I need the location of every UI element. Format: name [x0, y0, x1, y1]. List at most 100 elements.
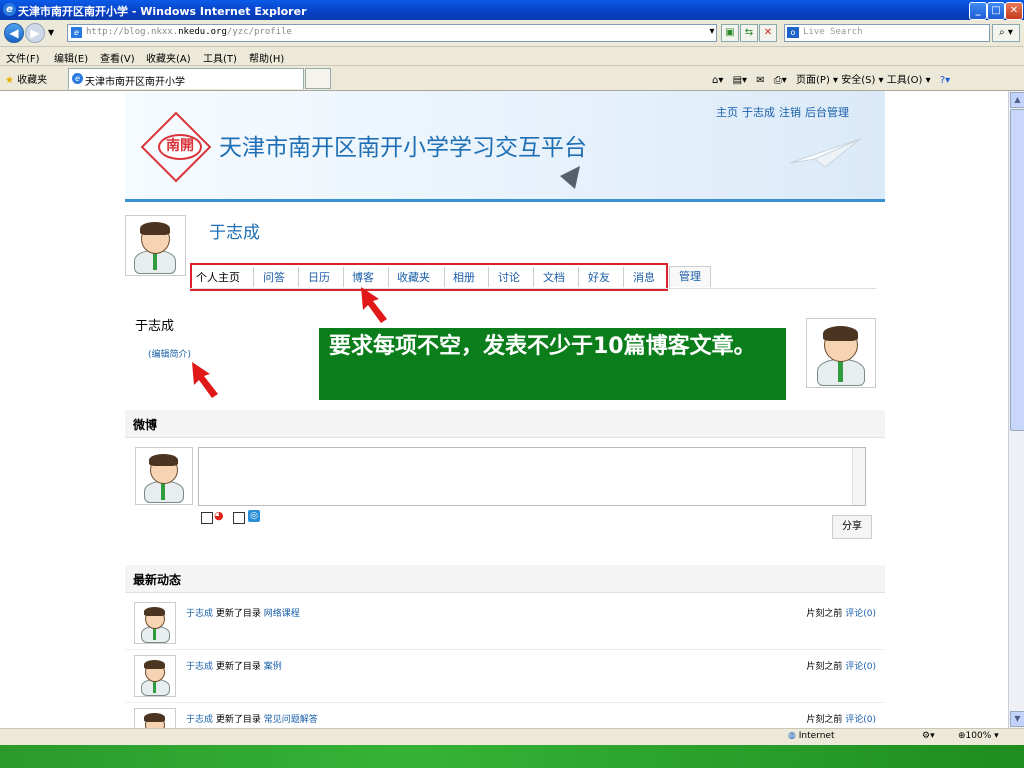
sync-checkbox-2[interactable] — [233, 512, 245, 524]
user-link[interactable]: 于志成 — [742, 106, 775, 119]
zoom-level[interactable]: ⊕100% ▾ — [958, 731, 999, 741]
tab-divider — [444, 267, 445, 287]
menu-edit[interactable]: 编辑(E) — [54, 50, 88, 65]
minimize-button[interactable]: _ — [969, 2, 987, 20]
favorites-label: 收藏夹 — [17, 75, 48, 86]
profile-user-name[interactable]: 于志成 — [209, 218, 260, 243]
page-icon: e — [71, 27, 82, 38]
tab-home[interactable]: 个人主页 — [196, 269, 240, 285]
tab-divider — [388, 267, 389, 287]
address-input[interactable]: e http://blog.nkxx.nkedu.org/yzc/profile — [67, 24, 717, 42]
annotation-arrow-icon — [361, 287, 387, 323]
feed-user-link[interactable]: 于志成 — [186, 609, 213, 619]
stop-icon[interactable]: ✕ — [759, 24, 777, 42]
scroll-up-icon[interactable]: ▲ — [1010, 92, 1024, 108]
help-icon[interactable]: ?▾ — [940, 75, 950, 86]
page-tools-menus[interactable]: 页面(P) ▾ 安全(S) ▾ 工具(O) ▾ — [796, 75, 931, 86]
address-toolbar: ◀ ▶ ▼ e http://blog.nkxx.nkedu.org/yzc/p… — [0, 20, 1024, 47]
feed-user-link[interactable]: 于志成 — [186, 662, 213, 672]
tab-messages[interactable]: 消息 — [633, 269, 655, 285]
search-input[interactable]: o Live Search — [784, 24, 990, 42]
url-prefix: http://blog.nkxx. — [86, 27, 179, 37]
print-icon[interactable]: ⎙▾ — [774, 75, 787, 86]
profile-display-name: 于志成 — [135, 319, 175, 334]
menu-file[interactable]: 文件(F) — [6, 50, 40, 65]
browser-tab[interactable]: e 天津市南开区南开小学 — [68, 68, 304, 89]
paper-fold-icon — [560, 166, 580, 189]
feed-time: 片刻之前 — [806, 609, 843, 619]
feed-comment-link[interactable]: 评论(0) — [845, 662, 876, 672]
scroll-thumb[interactable] — [1010, 109, 1024, 431]
site-title: 天津市南开区南开小学学习交互平台 — [219, 135, 587, 161]
admin-link[interactable]: 后台管理 — [805, 106, 849, 119]
annotation-callout: 要求每项不空，发表不少于10篇博客文章。 — [319, 328, 786, 400]
weibo-textarea[interactable] — [198, 447, 866, 506]
tab-album[interactable]: 相册 — [453, 269, 475, 285]
back-arrow-icon[interactable]: ◀ — [4, 23, 24, 43]
profile-photo — [806, 318, 876, 388]
tab-divider — [253, 267, 254, 287]
textarea-scrollbar[interactable] — [852, 448, 865, 505]
tab-divider — [298, 267, 299, 287]
logout-link[interactable]: 注销 — [779, 106, 801, 119]
school-logo: 南開 — [158, 134, 202, 160]
menu-favorites[interactable]: 收藏夹(A) — [146, 50, 191, 65]
feed-time: 片刻之前 — [806, 715, 843, 725]
tab-ie-icon: e — [72, 73, 83, 84]
history-dropdown-icon[interactable]: ▼ — [48, 28, 54, 37]
feed-action: 更新了目录 — [215, 609, 261, 619]
protected-mode-icon[interactable]: ⚙▾ — [922, 731, 935, 741]
list-item: 于志成 更新了目录 常见问题解答 片刻之前 评论(0) — [125, 702, 885, 728]
feed-comment-link[interactable]: 评论(0) — [845, 609, 876, 619]
feed-action: 更新了目录 — [215, 715, 261, 725]
tab-divider — [533, 267, 534, 287]
url-path: /yzc/profile — [226, 27, 292, 37]
feed-target-link[interactable]: 常见问题解答 — [264, 715, 318, 725]
menu-tools[interactable]: 工具(T) — [203, 50, 237, 65]
forward-arrow-icon[interactable]: ▶ — [25, 23, 45, 43]
search-go-icon[interactable]: ⌕ ▾ — [992, 24, 1020, 42]
vertical-scrollbar[interactable]: ▲ ▼ — [1008, 91, 1024, 728]
tab-calendar[interactable]: 日历 — [308, 269, 330, 285]
tab-friends[interactable]: 好友 — [588, 269, 610, 285]
zoom-label: 100% — [965, 731, 992, 741]
home-link[interactable]: 主页 — [716, 106, 738, 119]
share-button[interactable]: 分享 — [832, 515, 872, 539]
tab-documents[interactable]: 文档 — [543, 269, 565, 285]
menu-view[interactable]: 查看(V) — [100, 50, 135, 65]
scroll-down-icon[interactable]: ▼ — [1010, 711, 1024, 727]
menu-help[interactable]: 帮助(H) — [249, 50, 284, 65]
tab-qa[interactable]: 问答 — [263, 269, 285, 285]
qq-weibo-icon: ◎ — [248, 510, 260, 522]
home-icon[interactable]: ⌂▾ — [712, 75, 723, 86]
compat-view-icon[interactable]: ▣ — [721, 24, 739, 42]
feed-user-link[interactable]: 于志成 — [186, 715, 213, 725]
feed-target-link[interactable]: 案例 — [264, 662, 282, 672]
new-tab-button[interactable] — [305, 68, 331, 89]
security-zone[interactable]: ◍ Internet — [788, 731, 834, 741]
maximize-button[interactable]: □ — [987, 2, 1005, 20]
feed-avatar[interactable] — [134, 655, 176, 697]
feed-target-link[interactable]: 网络课程 — [264, 609, 300, 619]
tab-favorites[interactable]: 收藏夹 — [397, 269, 430, 285]
feed-time: 片刻之前 — [806, 662, 843, 672]
weibo-heading: 微博 — [133, 418, 158, 432]
address-dropdown-icon[interactable]: ▾ — [704, 24, 720, 40]
close-button[interactable]: ✕ — [1005, 2, 1023, 20]
feed-avatar[interactable] — [134, 708, 176, 728]
annotation-arrow-icon — [192, 362, 218, 398]
sync-checkbox-1[interactable] — [201, 512, 213, 524]
mail-icon[interactable]: ✉ — [756, 75, 764, 86]
tab-manage[interactable]: 管理 — [669, 266, 711, 287]
edit-intro-link[interactable]: (编辑简介) — [148, 347, 191, 360]
feeds-icon[interactable]: ▤▾ — [733, 75, 747, 86]
refresh-icon[interactable]: ⇆ — [740, 24, 758, 42]
feed-heading: 最新动态 — [133, 573, 182, 587]
tab-blog[interactable]: 博客 — [352, 269, 374, 285]
feed-avatar[interactable] — [134, 602, 176, 644]
favorites-button[interactable]: ★ 收藏夹 — [5, 71, 47, 86]
feed-comment-link[interactable]: 评论(0) — [845, 715, 876, 725]
profile-avatar[interactable] — [125, 215, 186, 276]
search-placeholder: Live Search — [803, 27, 863, 37]
tab-discussion[interactable]: 讨论 — [498, 269, 520, 285]
